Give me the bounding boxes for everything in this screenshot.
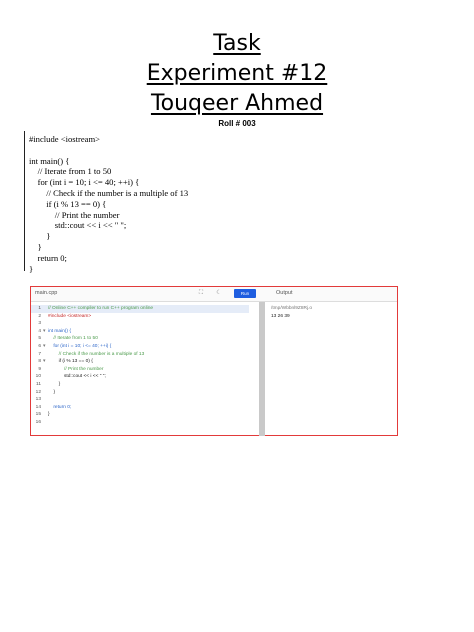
editor-line[interactable]: 3 <box>31 320 249 328</box>
line-number: 3 <box>38 321 41 327</box>
editor-line[interactable]: 1 // Online C++ compiler to run C++ progr… <box>31 305 249 313</box>
editor-line[interactable]: 14 return 0; <box>31 404 249 412</box>
run-button[interactable]: Run <box>234 289 256 298</box>
line-number: 7 <box>38 351 41 357</box>
fullscreen-icon[interactable]: ⛶ <box>197 290 205 297</box>
line-number: 9 <box>38 366 41 372</box>
code-line: // Print the number <box>29 209 120 220</box>
roll-number: Roll # 003 <box>218 119 256 128</box>
line-number: 2 <box>38 313 41 319</box>
editor-line[interactable]: 16 <box>31 419 249 427</box>
code-line: for (int i = 10; i <= 40; ++i) { <box>29 177 140 188</box>
editor-code-text: if (i % 13 == 0) { <box>48 359 93 365</box>
line-number: 8 <box>38 359 41 365</box>
code-line: return 0; <box>29 252 67 263</box>
line-number: 14 <box>35 404 41 410</box>
code-line: // Check if the number is a multiple of … <box>29 187 189 198</box>
line-number: 4 <box>38 328 41 334</box>
editor-line[interactable]: 8 ▾ if (i % 13 == 0) { <box>31 358 249 366</box>
title-task: Task <box>213 31 261 56</box>
code-line: } <box>29 241 42 252</box>
code-line: // Iterate from 1 to 50 <box>29 166 112 177</box>
editor-line[interactable]: 13 <box>31 396 249 404</box>
editor-line[interactable]: 6 ▾ for (int i = 10; i <= 40; ++i) { <box>31 343 249 351</box>
code-line: int main() { <box>29 155 70 166</box>
source-code-listing: #include <iostream> int main() { // Itera… <box>24 131 224 274</box>
title-author: Touqeer Ahmed <box>150 91 324 116</box>
code-line: } <box>29 263 34 274</box>
code-editor[interactable]: 1 // Online C++ compiler to run C++ progr… <box>31 302 249 436</box>
line-number: 15 <box>35 412 41 418</box>
editor-scrollbar[interactable] <box>259 302 265 436</box>
editor-line[interactable]: 5 // Iterate from 1 to 50 <box>31 335 249 343</box>
line-number: 11 <box>36 381 41 387</box>
line-number: 13 <box>35 397 41 403</box>
editor-line[interactable]: 12 } <box>31 389 249 397</box>
line-number: 5 <box>38 336 41 342</box>
editor-line[interactable]: 7 // Check if the number is a multiple o… <box>31 351 249 359</box>
line-number: 1 <box>38 306 41 311</box>
line-number: 6 <box>38 343 41 349</box>
editor-line[interactable]: 9 // Print the number <box>31 366 249 374</box>
fold-arrow-icon[interactable]: ▾ <box>43 343 45 351</box>
editor-code-text: } <box>48 381 61 387</box>
compiler-toolbar: main.cpp ⛶ ☾ Run Output <box>31 287 397 302</box>
editor-line[interactable]: 4 ▾ int main() { <box>31 328 249 336</box>
editor-code-text: // Iterate from 1 to 50 <box>48 336 98 342</box>
code-line: if (i % 13 == 0) { <box>29 198 107 209</box>
output-tab: Output <box>276 290 293 296</box>
editor-line[interactable]: 15} <box>31 411 249 419</box>
fold-arrow-icon[interactable]: ▾ <box>43 328 45 336</box>
program-output: 13 26 39 <box>271 314 290 319</box>
online-compiler-screenshot: main.cpp ⛶ ☾ Run Output 1 // Online C++ c… <box>30 286 398 436</box>
editor-code-text: // Print the number <box>48 366 104 372</box>
editor-code-text: #include <iostream> <box>48 313 92 319</box>
editor-code-text: return 0; <box>48 404 72 410</box>
editor-line[interactable]: 11 } <box>31 381 249 389</box>
editor-code-text: // Check if the number is a multiple of … <box>48 351 145 357</box>
code-line: std::cout << i << " "; <box>29 220 127 231</box>
code-line: #include <iostream> <box>29 134 101 144</box>
editor-line[interactable]: 10 std::cout << i << " "; <box>31 373 249 381</box>
output-path: /tmp/Wbbnl9Z8Rj.o <box>271 306 313 311</box>
file-tab-main[interactable]: main.cpp <box>35 290 57 296</box>
editor-code-text: // Online C++ compiler to run C++ progra… <box>48 306 154 311</box>
theme-toggle-icon[interactable]: ☾ <box>215 290 223 297</box>
line-number: 10 <box>35 374 41 380</box>
editor-code-text: std::cout << i << " "; <box>48 374 106 380</box>
fold-arrow-icon[interactable]: ▾ <box>43 358 45 366</box>
editor-code-text: for (int i = 10; i <= 40; ++i) { <box>48 343 112 349</box>
editor-code-text: } <box>48 389 55 395</box>
output-pane: /tmp/Wbbnl9Z8Rj.o 13 26 39 <box>269 302 397 436</box>
editor-code-text: } <box>48 412 50 418</box>
editor-code-text: int main() { <box>48 328 71 334</box>
line-number: 16 <box>35 419 41 425</box>
editor-line[interactable]: 2 #include <iostream> <box>31 313 249 321</box>
code-line: } <box>29 231 51 242</box>
title-experiment: Experiment #12 <box>146 61 328 86</box>
line-number: 12 <box>35 389 41 395</box>
